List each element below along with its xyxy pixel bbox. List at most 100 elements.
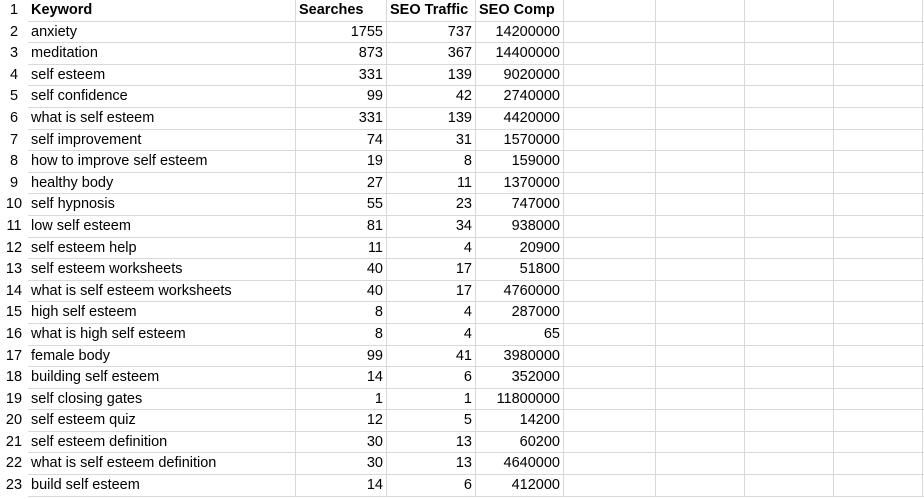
seo-traffic-cell[interactable]: 41 bbox=[387, 345, 476, 368]
empty-cell[interactable] bbox=[745, 410, 834, 432]
searches-cell[interactable]: 99 bbox=[296, 345, 387, 368]
empty-cell[interactable] bbox=[564, 21, 656, 44]
empty-cell[interactable] bbox=[745, 86, 834, 108]
seo-comp-cell[interactable]: 11800000 bbox=[476, 388, 564, 411]
empty-cell[interactable] bbox=[834, 237, 923, 260]
empty-cell[interactable] bbox=[656, 151, 745, 173]
empty-cell[interactable] bbox=[745, 237, 834, 260]
header-keyword[interactable]: Keyword bbox=[28, 0, 296, 22]
empty-cell[interactable] bbox=[745, 172, 834, 195]
empty-cell[interactable] bbox=[564, 151, 656, 173]
keyword-cell[interactable]: low self esteem bbox=[28, 215, 296, 238]
searches-cell[interactable]: 1 bbox=[296, 388, 387, 411]
seo-traffic-cell[interactable]: 1 bbox=[387, 388, 476, 411]
empty-cell[interactable] bbox=[834, 172, 923, 195]
seo-comp-cell[interactable]: 412000 bbox=[476, 475, 564, 497]
empty-cell[interactable] bbox=[656, 388, 745, 411]
empty-cell[interactable] bbox=[656, 237, 745, 260]
empty-cell[interactable] bbox=[656, 323, 745, 346]
empty-cell[interactable] bbox=[564, 410, 656, 432]
empty-cell[interactable] bbox=[834, 151, 923, 173]
empty-cell[interactable] bbox=[745, 43, 834, 65]
empty-cell[interactable] bbox=[656, 43, 745, 65]
empty-cell[interactable] bbox=[745, 0, 834, 22]
searches-cell[interactable]: 27 bbox=[296, 172, 387, 195]
searches-cell[interactable]: 14 bbox=[296, 475, 387, 497]
empty-cell[interactable] bbox=[564, 129, 656, 152]
seo-traffic-cell[interactable]: 8 bbox=[387, 151, 476, 173]
searches-cell[interactable]: 40 bbox=[296, 280, 387, 303]
seo-comp-cell[interactable]: 747000 bbox=[476, 194, 564, 216]
empty-cell[interactable] bbox=[834, 280, 923, 303]
seo-comp-cell[interactable]: 14200 bbox=[476, 410, 564, 432]
empty-cell[interactable] bbox=[564, 323, 656, 346]
keyword-cell[interactable]: self esteem help bbox=[28, 237, 296, 260]
empty-cell[interactable] bbox=[745, 107, 834, 130]
empty-cell[interactable] bbox=[656, 194, 745, 216]
keyword-cell[interactable]: how to improve self esteem bbox=[28, 151, 296, 173]
seo-traffic-cell[interactable]: 367 bbox=[387, 43, 476, 65]
seo-comp-cell[interactable]: 14400000 bbox=[476, 43, 564, 65]
keyword-cell[interactable]: anxiety bbox=[28, 21, 296, 44]
empty-cell[interactable] bbox=[656, 475, 745, 497]
searches-cell[interactable]: 30 bbox=[296, 453, 387, 476]
keyword-cell[interactable]: meditation bbox=[28, 43, 296, 65]
empty-cell[interactable] bbox=[656, 410, 745, 432]
searches-cell[interactable]: 11 bbox=[296, 237, 387, 260]
empty-cell[interactable] bbox=[564, 280, 656, 303]
empty-cell[interactable] bbox=[564, 194, 656, 216]
empty-cell[interactable] bbox=[656, 345, 745, 368]
empty-cell[interactable] bbox=[656, 86, 745, 108]
searches-cell[interactable]: 55 bbox=[296, 194, 387, 216]
empty-cell[interactable] bbox=[564, 345, 656, 368]
empty-cell[interactable] bbox=[564, 388, 656, 411]
keyword-cell[interactable]: healthy body bbox=[28, 172, 296, 195]
empty-cell[interactable] bbox=[564, 475, 656, 497]
seo-traffic-cell[interactable]: 5 bbox=[387, 410, 476, 432]
searches-cell[interactable]: 331 bbox=[296, 107, 387, 130]
empty-cell[interactable] bbox=[745, 129, 834, 152]
keyword-cell[interactable]: female body bbox=[28, 345, 296, 368]
empty-cell[interactable] bbox=[656, 129, 745, 152]
empty-cell[interactable] bbox=[834, 431, 923, 454]
header-seo-traffic[interactable]: SEO Traffic bbox=[387, 0, 476, 22]
empty-cell[interactable] bbox=[834, 194, 923, 216]
empty-cell[interactable] bbox=[656, 21, 745, 44]
keyword-cell[interactable]: what is self esteem bbox=[28, 107, 296, 130]
keyword-cell[interactable]: self hypnosis bbox=[28, 194, 296, 216]
seo-comp-cell[interactable]: 352000 bbox=[476, 367, 564, 389]
searches-cell[interactable]: 1755 bbox=[296, 21, 387, 44]
seo-comp-cell[interactable]: 9020000 bbox=[476, 64, 564, 87]
empty-cell[interactable] bbox=[745, 280, 834, 303]
seo-comp-cell[interactable]: 159000 bbox=[476, 151, 564, 173]
empty-cell[interactable] bbox=[834, 367, 923, 389]
empty-cell[interactable] bbox=[564, 86, 656, 108]
seo-comp-cell[interactable]: 60200 bbox=[476, 431, 564, 454]
empty-cell[interactable] bbox=[564, 431, 656, 454]
empty-cell[interactable] bbox=[834, 388, 923, 411]
seo-comp-cell[interactable]: 3980000 bbox=[476, 345, 564, 368]
empty-cell[interactable] bbox=[745, 431, 834, 454]
empty-cell[interactable] bbox=[564, 237, 656, 260]
seo-comp-cell[interactable]: 287000 bbox=[476, 302, 564, 324]
searches-cell[interactable]: 12 bbox=[296, 410, 387, 432]
seo-traffic-cell[interactable]: 4 bbox=[387, 323, 476, 346]
keyword-cell[interactable]: what is self esteem definition bbox=[28, 453, 296, 476]
seo-comp-cell[interactable]: 14200000 bbox=[476, 21, 564, 44]
searches-cell[interactable]: 873 bbox=[296, 43, 387, 65]
empty-cell[interactable] bbox=[745, 259, 834, 281]
seo-comp-cell[interactable]: 51800 bbox=[476, 259, 564, 281]
empty-cell[interactable] bbox=[745, 302, 834, 324]
seo-comp-cell[interactable]: 1570000 bbox=[476, 129, 564, 152]
empty-cell[interactable] bbox=[656, 431, 745, 454]
empty-cell[interactable] bbox=[564, 259, 656, 281]
empty-cell[interactable] bbox=[834, 43, 923, 65]
seo-traffic-cell[interactable]: 11 bbox=[387, 172, 476, 195]
seo-comp-cell[interactable]: 65 bbox=[476, 323, 564, 346]
empty-cell[interactable] bbox=[745, 64, 834, 87]
seo-traffic-cell[interactable]: 31 bbox=[387, 129, 476, 152]
empty-cell[interactable] bbox=[564, 43, 656, 65]
seo-traffic-cell[interactable]: 139 bbox=[387, 107, 476, 130]
keyword-cell[interactable]: what is high self esteem bbox=[28, 323, 296, 346]
empty-cell[interactable] bbox=[656, 367, 745, 389]
